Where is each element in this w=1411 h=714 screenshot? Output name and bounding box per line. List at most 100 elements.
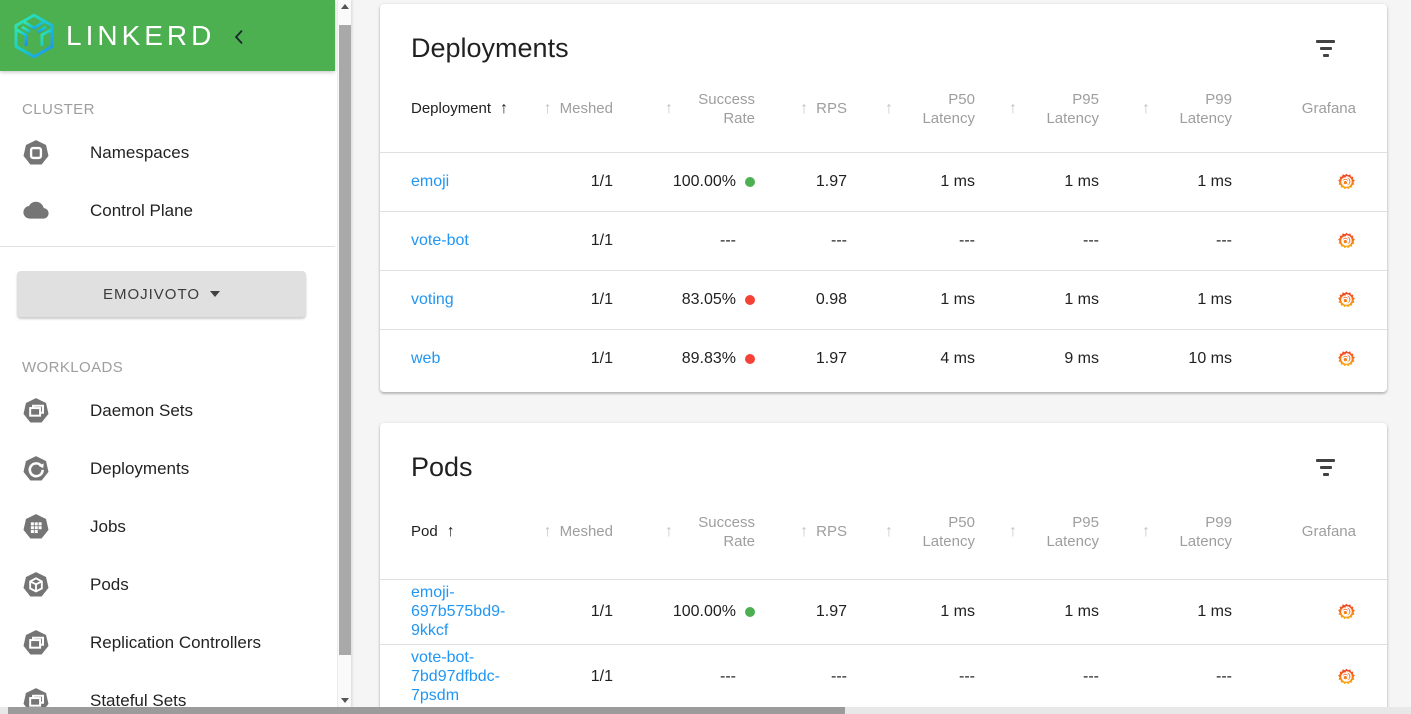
column-header-meshed[interactable]: ↑ Meshed [530, 66, 613, 153]
sort-arrow-icon: ↑ [543, 522, 552, 540]
grafana-icon[interactable] [1337, 349, 1356, 368]
deployments-table: Deployment ↑ ↑ Meshed ↑ Success Rate ↑ RPS ↑ P50 … [380, 66, 1387, 388]
rps-cell: --- [755, 211, 847, 271]
deployment-link[interactable]: vote-bot [411, 232, 469, 249]
sidebar-item-pods[interactable]: Pods [0, 556, 351, 614]
p99-latency-cell: 1 ms [1099, 579, 1232, 645]
grafana-cell [1232, 579, 1387, 645]
sidebar-item-label: Jobs [90, 517, 126, 536]
horizontal-scrollbar-thumb[interactable] [8, 707, 845, 714]
pod-link[interactable]: vote-bot-7bd97dfbdc-7psdm [411, 648, 523, 705]
sidebar-item-daemon-sets[interactable]: Daemon Sets [0, 382, 351, 440]
sidebar-item-label: Daemon Sets [90, 401, 193, 420]
p95-latency-cell: 1 ms [975, 270, 1099, 330]
column-header-p95-latency[interactable]: ↑ P95 Latency [975, 485, 1099, 580]
deployment-link[interactable]: voting [411, 291, 454, 308]
pods-card-title: Pods [411, 452, 473, 482]
sidebar-item-namespaces[interactable]: Namespaces [0, 124, 351, 182]
p95-latency-cell: 9 ms [1064, 349, 1099, 367]
job-icon [22, 513, 50, 541]
deployment-link[interactable]: emoji [411, 173, 449, 190]
sidebar-item-deployments[interactable]: Deployments [0, 440, 351, 498]
chevron-left-icon [229, 27, 249, 47]
meshed-cell: 1/1 [530, 152, 613, 212]
column-label: RPS [816, 100, 847, 118]
column-header-success-rate[interactable]: ↑ Success Rate [613, 66, 755, 153]
column-header-rps[interactable]: ↑ RPS [755, 485, 847, 580]
grafana-icon[interactable] [1337, 602, 1356, 621]
horizontal-scrollbar[interactable] [0, 707, 1411, 714]
table-row: vote-bot 1/1 --- --- --- --- --- [380, 211, 1387, 271]
namespace-selector[interactable]: EMOJIVOTO [17, 271, 306, 317]
p99-latency-cell: 1 ms [1099, 270, 1232, 330]
grafana-icon[interactable] [1337, 290, 1356, 309]
scroll-down-arrow-icon[interactable] [341, 698, 349, 703]
filter-icon[interactable] [1316, 40, 1335, 57]
sort-arrow-icon: ↑ [800, 522, 809, 540]
grafana-cell [1232, 270, 1387, 330]
column-header-p50-latency[interactable]: ↑ P50 Latency [847, 66, 975, 153]
p95-latency-cell: --- [975, 211, 1099, 271]
sidebar-item-replication-controllers[interactable]: Replication Controllers [0, 614, 351, 672]
deployments-card-title: Deployments [411, 33, 569, 63]
column-label: P99 Latency [1179, 90, 1232, 127]
column-label: P50 Latency [922, 90, 975, 127]
sidebar-item-label: Pods [90, 575, 129, 594]
workloads-nav: Daemon Sets Deployments Jobs Pods Replic… [0, 382, 351, 714]
p99-latency-cell: --- [1216, 667, 1232, 685]
column-header-rps[interactable]: ↑ RPS [755, 66, 847, 153]
p50-latency-cell: 1 ms [847, 579, 975, 645]
sidebar-item-label: Replication Controllers [90, 633, 262, 652]
column-label: P99 Latency [1179, 513, 1232, 550]
pod-name-cell: emoji-697b575bd9-9kkcf [380, 579, 530, 645]
column-header-p99-latency[interactable]: ↑ P99 Latency [1099, 485, 1232, 580]
p95-latency-cell: --- [1083, 667, 1099, 685]
pod-link[interactable]: emoji-697b575bd9-9kkcf [411, 583, 523, 640]
status-dot [745, 176, 755, 187]
sidebar-item-jobs[interactable]: Jobs [0, 498, 351, 556]
column-label: Grafana [1301, 100, 1356, 118]
rps-cell: 1.97 [815, 349, 847, 367]
p50-latency-cell: 4 ms [940, 349, 975, 367]
p50-latency-cell: 1 ms [847, 270, 975, 330]
p50-latency-cell: 1 ms [847, 152, 975, 212]
sidebar-scrollbar[interactable] [337, 0, 351, 707]
deployment-link[interactable]: web [411, 350, 440, 367]
deployment-name-cell: voting [380, 270, 530, 330]
rps-cell: --- [831, 667, 847, 685]
filter-icon[interactable] [1316, 459, 1335, 476]
grafana-icon[interactable] [1337, 667, 1356, 686]
cloud-icon [22, 197, 50, 225]
sidebar-scrollbar-thumb[interactable] [339, 25, 351, 655]
sidebar-item-label: Deployments [90, 459, 190, 478]
column-header-deployment[interactable]: Deployment ↑ [380, 66, 530, 153]
column-header-success-rate[interactable]: ↑ Success Rate [613, 485, 755, 580]
column-header-pod[interactable]: Pod ↑ [380, 485, 530, 580]
cluster-section-label: CLUSTER [22, 101, 95, 118]
sidebar-collapse-button[interactable] [229, 27, 249, 47]
column-header-p95-latency[interactable]: ↑ P95 Latency [975, 66, 1099, 153]
namespace-selector-label: EMOJIVOTO [102, 285, 201, 303]
sort-arrow-icon: ↑ [885, 522, 893, 540]
sidebar-item-control-plane[interactable]: Control Plane [0, 182, 351, 240]
p50-latency-cell: --- [847, 211, 975, 271]
column-label: Grafana [1301, 523, 1356, 541]
column-header-meshed[interactable]: ↑ Meshed [530, 485, 613, 580]
column-label: Meshed [559, 100, 613, 118]
column-header-grafana: Grafana [1232, 66, 1387, 153]
column-header-p50-latency[interactable]: ↑ P50 Latency [847, 485, 975, 580]
sort-arrow-icon: ↑ [500, 99, 509, 117]
column-label: Meshed [559, 523, 613, 541]
column-label: Pod [411, 523, 438, 541]
deployment-name-cell: vote-bot [380, 211, 530, 271]
scroll-up-arrow-icon[interactable] [341, 4, 349, 9]
grafana-icon[interactable] [1337, 172, 1356, 191]
sort-arrow-icon: ↑ [1009, 522, 1017, 540]
p50-latency-cell: --- [959, 667, 975, 685]
grafana-cell [1232, 644, 1387, 709]
grafana-icon[interactable] [1337, 231, 1356, 250]
column-header-p99-latency[interactable]: ↑ P99 Latency [1099, 66, 1232, 153]
rps-cell: 0.98 [755, 270, 847, 330]
p95-latency-cell: 1 ms [975, 152, 1099, 212]
linkerd-logo[interactable]: LINKERD [10, 12, 215, 60]
